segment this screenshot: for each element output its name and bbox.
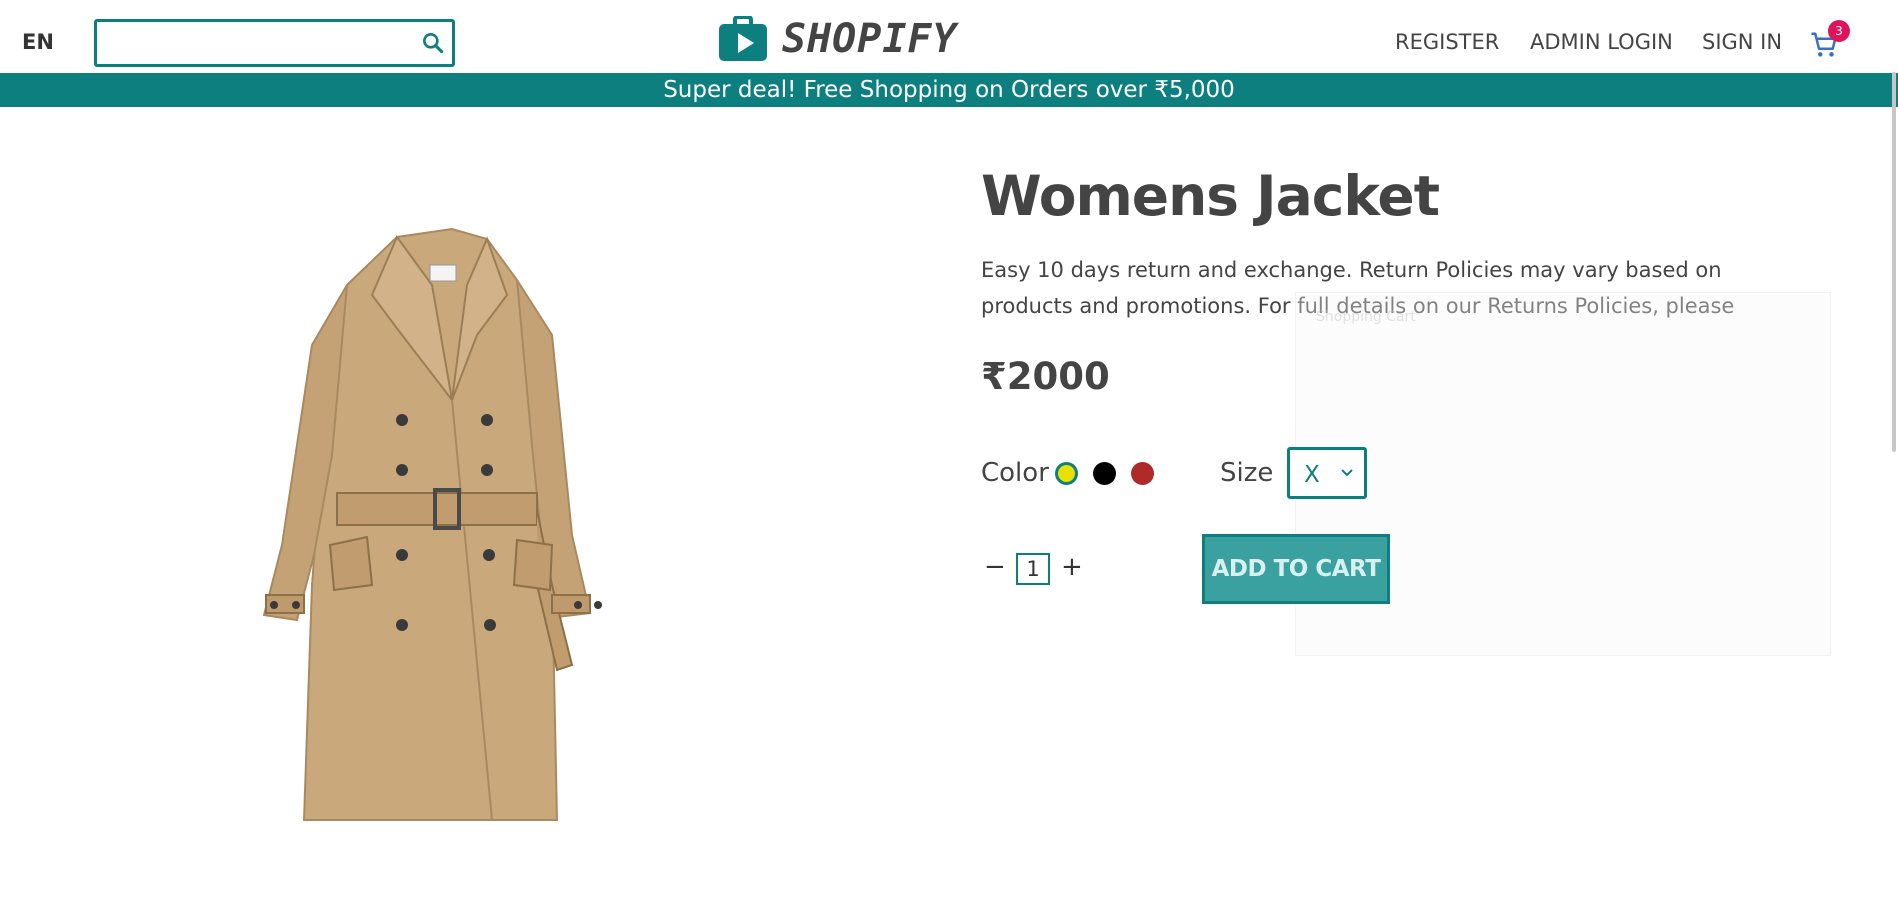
- cart-overlay-label: Shopping Cart: [1316, 309, 1416, 325]
- product-image: [262, 227, 602, 821]
- chevron-down-icon: [1341, 469, 1353, 477]
- quantity-value[interactable]: 1: [1016, 553, 1050, 585]
- add-to-cart-button[interactable]: ADD TO CART: [1202, 534, 1390, 604]
- size-select[interactable]: X: [1287, 447, 1367, 499]
- shopping-bag-play-icon: [719, 16, 767, 61]
- language-selector[interactable]: EN: [22, 30, 54, 54]
- size-selected-value: X: [1304, 462, 1320, 488]
- register-link[interactable]: REGISTER: [1395, 30, 1499, 54]
- product-price: ₹2000: [981, 355, 1110, 398]
- color-swatch-yellow[interactable]: [1055, 462, 1078, 485]
- color-label: Color: [981, 458, 1049, 488]
- search-input[interactable]: [103, 26, 403, 60]
- brand-logo[interactable]: SHOPIFY: [718, 15, 958, 63]
- product-title: Womens Jacket: [981, 164, 1440, 228]
- quantity-decrease-button[interactable]: −: [984, 552, 1006, 582]
- sign-in-link[interactable]: SIGN IN: [1702, 30, 1782, 54]
- top-bar: EN SHOPIFY REGISTER ADMIN LOGIN SIGN IN …: [0, 0, 1898, 72]
- search-icon[interactable]: [420, 30, 446, 56]
- color-swatch-red[interactable]: [1131, 462, 1154, 485]
- scrollbar-thumb[interactable]: [1892, 72, 1896, 452]
- brand-name: SHOPIFY: [782, 16, 958, 62]
- color-swatch-black[interactable]: [1093, 462, 1116, 485]
- quantity-increase-button[interactable]: +: [1061, 552, 1083, 582]
- cart-count-badge: 3: [1828, 20, 1850, 42]
- scrollbar[interactable]: [1888, 72, 1898, 452]
- admin-login-link[interactable]: ADMIN LOGIN: [1530, 30, 1673, 54]
- promo-banner: Super deal! Free Shopping on Orders over…: [0, 73, 1898, 107]
- search-box[interactable]: [94, 19, 455, 67]
- size-label: Size: [1220, 458, 1274, 488]
